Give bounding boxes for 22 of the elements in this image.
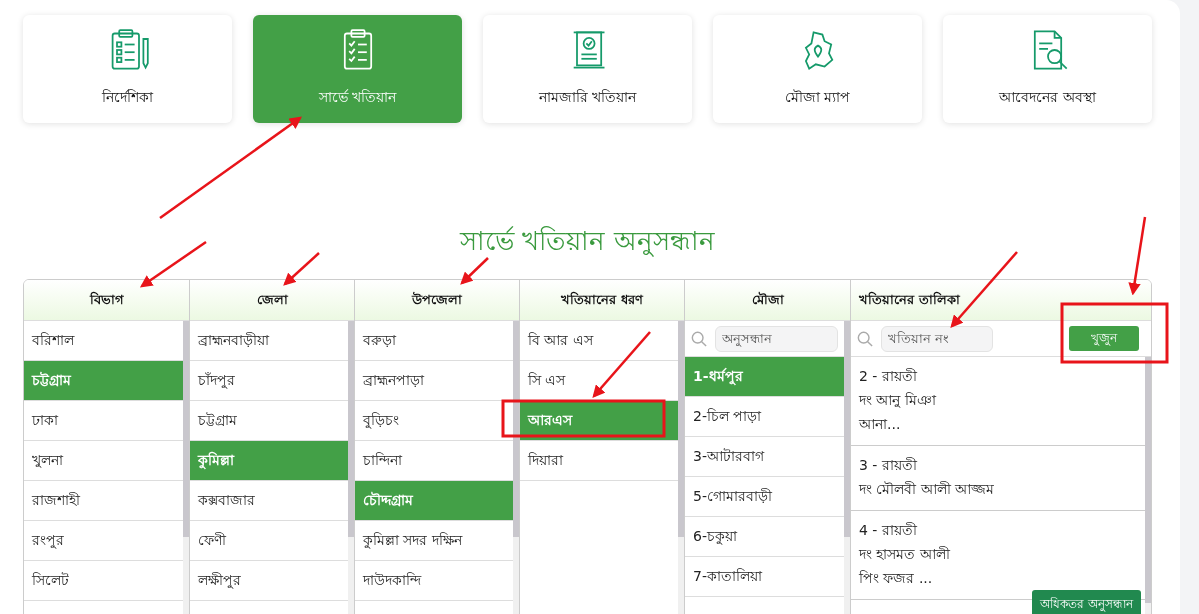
nav-card[interactable]: নামজারি খতিয়ান: [483, 15, 692, 123]
scrollbar[interactable]: [183, 321, 189, 614]
page-title: সার্ভে খতিয়ান অনুসন্ধান: [460, 227, 715, 255]
scrollbar[interactable]: [513, 321, 519, 614]
annotation-arrow: [139, 240, 207, 288]
annotation-arrow: [592, 331, 651, 398]
annotation-arrow: [283, 252, 320, 286]
search-field[interactable]: অনুসন্ধান: [715, 325, 838, 352]
scrollbar[interactable]: [844, 321, 850, 614]
nav-card[interactable]: নির্দেশিকা: [23, 15, 232, 123]
annotation-arrow: [460, 257, 489, 285]
nav-card[interactable]: আবেদনের অবস্থা: [943, 15, 1152, 123]
column-header: বিভাগ: [24, 280, 189, 321]
scrollbar[interactable]: [348, 321, 354, 614]
search-field[interactable]: খতিয়ান নং: [881, 325, 993, 352]
more-search-button[interactable]: অধিকতর অনুসন্ধান: [1032, 590, 1141, 614]
scrollbar[interactable]: [1145, 357, 1151, 614]
search-icon: [691, 330, 707, 347]
scrollbar[interactable]: [678, 321, 684, 614]
column-header: খতিয়ানের তালিকা: [851, 280, 1151, 321]
nav-card[interactable]: মৌজা ম্যাপ: [713, 15, 922, 123]
search-icon: [857, 330, 873, 347]
